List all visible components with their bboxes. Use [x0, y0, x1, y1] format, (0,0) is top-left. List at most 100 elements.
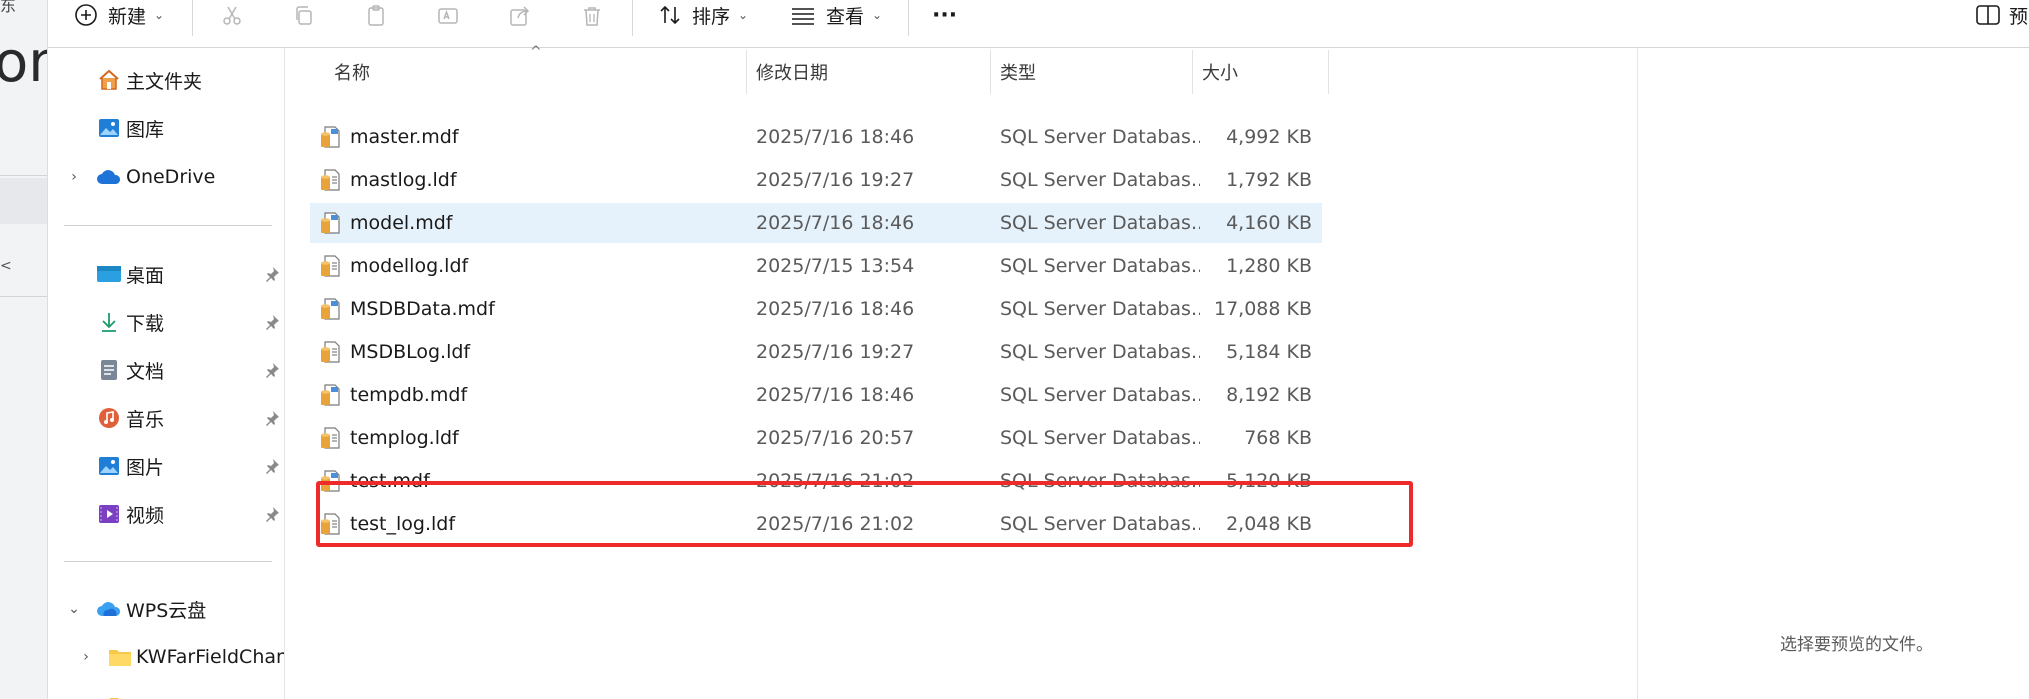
column-separator[interactable] [746, 50, 747, 94]
share-icon[interactable] [506, 2, 534, 30]
sort-button[interactable]: 排序 ⌄ [658, 0, 748, 30]
highlight-annotation-box [316, 481, 1413, 547]
table-row[interactable]: MSDBData.mdf 2025/7/16 18:46 SQL Server Da… [310, 289, 1322, 329]
file-date: 2025/7/16 19:27 [756, 341, 915, 363]
new-button-label: 新建 [108, 5, 147, 28]
column-separator[interactable] [990, 50, 991, 94]
column-separator[interactable] [1192, 50, 1193, 94]
background-window-title: on [0, 30, 47, 95]
navigation-pane: 主文件夹 图库 › OneDrive 桌面 下载 文档 音乐 图片 视频 ⌄ W… [48, 48, 285, 699]
file-type: SQL Server Databas... [1000, 427, 1200, 449]
nav-item-folder-partial[interactable] [108, 685, 138, 699]
column-header-date[interactable]: 修改日期 [756, 50, 828, 94]
file-name-cell: model.mdf [318, 203, 738, 243]
divider [64, 225, 272, 226]
chevron-down-icon: ⌄ [738, 8, 749, 22]
file-list: ^ 名称 修改日期 类型 大小 master.mdf 2025/7/16 18:4… [286, 44, 1636, 699]
table-row[interactable]: templog.ldf 2025/7/16 20:57 SQL Server Dat… [310, 418, 1322, 458]
column-header-type[interactable]: 类型 [1000, 50, 1036, 94]
nav-item-music[interactable]: 音乐 [96, 398, 164, 438]
nav-item-downloads[interactable]: 下载 [96, 302, 164, 342]
file-name: MSDBData.mdf [350, 298, 495, 320]
column-header-size[interactable]: 大小 [1202, 50, 1238, 94]
divider [0, 175, 47, 176]
nav-item-videos[interactable]: 视频 [96, 494, 164, 534]
nav-item-onedrive[interactable]: OneDrive [96, 157, 215, 197]
pin-icon[interactable] [262, 264, 282, 284]
pin-icon[interactable] [262, 312, 282, 332]
divider [0, 296, 47, 297]
database-log-icon [318, 339, 344, 365]
table-row[interactable]: tempdb.mdf 2025/7/16 18:46 SQL Server Data… [310, 375, 1322, 415]
nav-item-home[interactable]: 主文件夹 [96, 60, 202, 100]
file-date: 2025/7/16 19:27 [756, 169, 915, 191]
preview-empty-message: 选择要预览的文件。 [1780, 635, 1933, 655]
copy-icon[interactable] [290, 2, 318, 30]
home-icon [96, 67, 122, 93]
pin-icon[interactable] [262, 360, 282, 380]
file-date: 2025/7/16 18:46 [756, 212, 915, 234]
background-window: 东 on < [0, 0, 48, 699]
file-name: model.mdf [350, 212, 453, 234]
view-list-icon [790, 3, 816, 27]
nav-item-pictures[interactable]: 图片 [96, 446, 164, 486]
file-size: 5,184 KB [1226, 341, 1312, 363]
more-icon: ··· [932, 2, 958, 28]
nav-item-desktop[interactable]: 桌面 [96, 254, 164, 294]
nav-item-gallery[interactable]: 图库 [96, 108, 164, 148]
table-row[interactable]: master.mdf 2025/7/16 18:46 SQL Server Data… [310, 117, 1322, 157]
file-name-cell: MSDBData.mdf [318, 289, 738, 329]
nav-item-label: 图库 [126, 118, 165, 141]
cut-icon[interactable] [218, 2, 246, 30]
table-row[interactable]: model.mdf 2025/7/16 18:46 SQL Server Datab… [310, 203, 1322, 243]
preview-pane-icon [1975, 4, 2001, 26]
sort-ascending-icon: ^ [530, 44, 542, 60]
table-row[interactable]: mastlog.ldf 2025/7/16 19:27 SQL Server Dat… [310, 160, 1322, 200]
chevron-down-icon[interactable]: ⌄ [64, 589, 84, 629]
preview-pane-label: 预 [2009, 5, 2029, 28]
nav-item-label: 下载 [126, 312, 165, 335]
file-date: 2025/7/16 18:46 [756, 298, 915, 320]
column-header-name[interactable]: 名称 [334, 50, 370, 94]
file-size: 768 KB [1244, 427, 1312, 449]
file-name: tempdb.mdf [350, 384, 468, 406]
file-name-cell: tempdb.mdf [318, 375, 738, 415]
pin-icon[interactable] [262, 504, 282, 524]
paste-icon[interactable] [362, 2, 390, 30]
nav-item-label: 文档 [126, 360, 165, 383]
nav-item-folder[interactable]: KWFarFieldChan [108, 637, 284, 677]
table-row[interactable]: MSDBLog.ldf 2025/7/16 19:27 SQL Server Dat… [310, 332, 1322, 372]
nav-item-label: WPS云盘 [126, 599, 207, 622]
file-type: SQL Server Databas... [1000, 341, 1200, 363]
rename-icon[interactable] [434, 2, 462, 30]
sort-icon [658, 3, 682, 27]
folder-icon [108, 692, 134, 699]
nav-item-label: 桌面 [126, 264, 165, 287]
file-type: SQL Server Databas... [1000, 298, 1200, 320]
preview-pane: 选择要预览的文件。 [1637, 48, 2029, 699]
pin-icon[interactable] [262, 408, 282, 428]
file-name-cell: modellog.ldf [318, 246, 738, 286]
toolbar-separator [192, 0, 193, 36]
nav-item-documents[interactable]: 文档 [96, 350, 164, 390]
folder-icon [108, 644, 132, 670]
preview-pane-button[interactable]: 预 [1975, 0, 2028, 30]
file-name-cell: MSDBLog.ldf [318, 332, 738, 372]
nav-item-wps-cloud[interactable]: WPS云盘 [96, 589, 206, 629]
column-separator[interactable] [1328, 50, 1329, 94]
file-name-cell: templog.ldf [318, 418, 738, 458]
view-button[interactable]: 查看 ⌄ [790, 0, 882, 30]
new-button[interactable]: 新建 ⌄ [74, 0, 164, 30]
pin-icon[interactable] [262, 456, 282, 476]
chevron-down-icon: ⌄ [872, 8, 883, 22]
file-size: 4,992 KB [1226, 126, 1312, 148]
delete-icon[interactable] [578, 2, 606, 30]
file-date: 2025/7/16 20:57 [756, 427, 915, 449]
chevron-down-icon: ⌄ [154, 8, 165, 22]
command-bar: 新建 ⌄ 排序 ⌄ 查看 ⌄ ··· [48, 0, 2029, 48]
chevron-right-icon[interactable]: › [64, 157, 84, 197]
table-row[interactable]: modellog.ldf 2025/7/15 13:54 SQL Server Da… [310, 246, 1322, 286]
file-name: master.mdf [350, 126, 459, 148]
more-options-button[interactable]: ··· [932, 0, 957, 30]
chevron-right-icon[interactable]: › [76, 637, 96, 677]
